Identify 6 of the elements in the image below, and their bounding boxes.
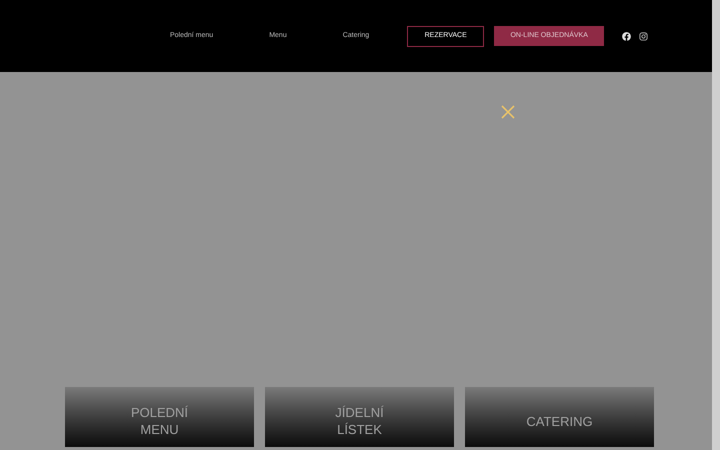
facebook-icon[interactable] (622, 32, 632, 40)
category-card[interactable]: JÍDELNÍ LÍSTEK (265, 387, 454, 447)
instagram-icon[interactable] (639, 32, 648, 40)
category-card[interactable]: CATERING (465, 387, 654, 447)
scrollbar[interactable] (712, 0, 720, 450)
category-card[interactable]: POLEDNÍ MENU (65, 387, 254, 447)
